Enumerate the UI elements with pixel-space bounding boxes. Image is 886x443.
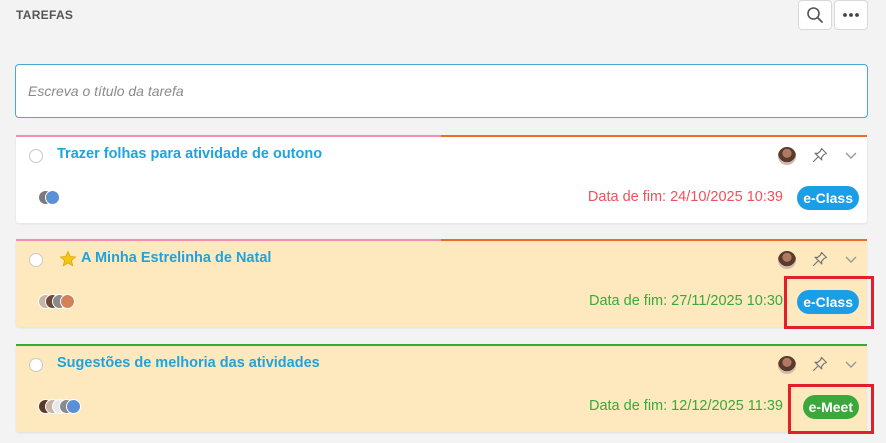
- owner-avatar: [778, 147, 796, 165]
- task-title[interactable]: Sugestões de melhoria das atividades: [57, 355, 320, 371]
- highlight-frame: [784, 276, 874, 329]
- due-date: Data de fim: 12/12/2025 11:39: [588, 398, 783, 414]
- due-date: Data de fim: 27/11/2025 10:30: [588, 293, 783, 309]
- card-top-border-left: [16, 135, 441, 137]
- chevron-down-icon[interactable]: [844, 357, 858, 371]
- task-title[interactable]: Trazer folhas para atividade de outono: [57, 146, 322, 162]
- chevron-down-icon[interactable]: [844, 148, 858, 162]
- pin-icon[interactable]: [812, 147, 828, 163]
- task-title[interactable]: A Minha Estrelinha de Natal: [81, 250, 271, 266]
- new-task-title-input[interactable]: [15, 64, 868, 118]
- complete-task-checkbox[interactable]: [29, 358, 43, 372]
- complete-task-checkbox[interactable]: [29, 253, 43, 267]
- card-top-border-right: [441, 239, 867, 241]
- card-top-border-left: [16, 239, 441, 241]
- owner-avatar: [778, 251, 796, 269]
- task-card[interactable]: Sugestões de melhoria das atividades Dat…: [16, 344, 867, 432]
- star-icon[interactable]: [59, 250, 77, 268]
- card-top-border-right: [441, 135, 867, 137]
- highlight-frame: [788, 384, 874, 434]
- chevron-down-icon[interactable]: [844, 252, 858, 266]
- e-class-badge[interactable]: e-Class: [797, 186, 859, 210]
- owner-avatar: [778, 356, 796, 374]
- task-card[interactable]: A Minha Estrelinha de Natal Data de fim:…: [16, 239, 867, 327]
- more-options-button[interactable]: [834, 0, 868, 30]
- card-top-border: [16, 344, 867, 346]
- pin-icon[interactable]: [812, 356, 828, 372]
- search-button[interactable]: [798, 0, 832, 30]
- due-date: Data de fim: 24/10/2025 10:39: [587, 189, 783, 205]
- section-title: TAREFAS: [16, 8, 74, 22]
- complete-task-checkbox[interactable]: [29, 149, 43, 163]
- pin-icon[interactable]: [812, 251, 828, 267]
- task-card[interactable]: Trazer folhas para atividade de outono D…: [16, 135, 867, 223]
- search-icon: [807, 7, 823, 23]
- more-horizontal-icon: [843, 13, 859, 17]
